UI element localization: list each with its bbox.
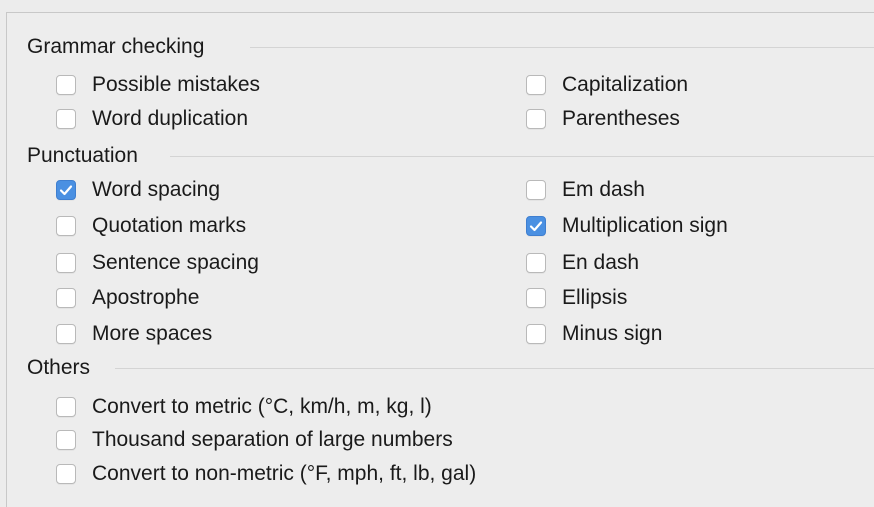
checkbox-unchecked-icon[interactable]: [526, 324, 546, 344]
option-label: Parentheses: [562, 107, 680, 130]
checkbox-unchecked-icon[interactable]: [56, 397, 76, 417]
option-word-spacing[interactable]: Word spacing: [56, 175, 220, 205]
checkbox-unchecked-icon[interactable]: [526, 109, 546, 129]
option-capitalization[interactable]: Capitalization: [526, 70, 688, 100]
section-title: Punctuation: [27, 144, 138, 167]
option-label: Word spacing: [92, 178, 221, 201]
checkbox-unchecked-icon[interactable]: [526, 180, 546, 200]
option-label: Word duplication: [92, 107, 249, 130]
option-label: Convert to metric (°C, km/h, m, kg, l): [92, 395, 432, 418]
option-possible-mistakes[interactable]: Possible mistakes: [56, 70, 260, 100]
option-label: En dash: [562, 251, 640, 274]
checkbox-unchecked-icon[interactable]: [56, 216, 76, 236]
option-convert-to-non-metric[interactable]: Convert to non-metric (°F, mph, ft, lb, …: [56, 459, 476, 489]
option-label: Possible mistakes: [92, 73, 261, 96]
option-thousand-separation[interactable]: Thousand separation of large numbers: [56, 425, 453, 455]
checkbox-unchecked-icon[interactable]: [526, 288, 546, 308]
section-divider: [250, 47, 874, 48]
checkbox-unchecked-icon[interactable]: [56, 253, 76, 273]
section-title: Grammar checking: [27, 35, 205, 58]
option-label: Apostrophe: [92, 286, 200, 309]
section-divider: [170, 156, 874, 157]
checkbox-checked-icon[interactable]: [56, 180, 76, 200]
option-label: Thousand separation of large numbers: [92, 428, 453, 451]
section-divider: [115, 368, 874, 369]
option-label: Multiplication sign: [562, 214, 728, 237]
option-label: Em dash: [562, 178, 645, 201]
checkbox-unchecked-icon[interactable]: [526, 75, 546, 95]
option-label: Minus sign: [562, 322, 663, 345]
option-label: Ellipsis: [562, 286, 628, 309]
section-header-grammar-checking: Grammar checking: [27, 34, 204, 60]
option-apostrophe[interactable]: Apostrophe: [56, 283, 199, 313]
option-parentheses[interactable]: Parentheses: [526, 104, 680, 134]
option-label: Capitalization: [562, 73, 689, 96]
checkbox-unchecked-icon[interactable]: [526, 253, 546, 273]
checkbox-unchecked-icon[interactable]: [56, 75, 76, 95]
option-en-dash[interactable]: En dash: [526, 248, 639, 278]
checkbox-checked-icon[interactable]: [526, 216, 546, 236]
option-more-spaces[interactable]: More spaces: [56, 319, 212, 349]
checkbox-unchecked-icon[interactable]: [56, 288, 76, 308]
checkbox-unchecked-icon[interactable]: [56, 430, 76, 450]
section-title: Others: [27, 356, 91, 379]
option-quotation-marks[interactable]: Quotation marks: [56, 211, 246, 241]
option-ellipsis[interactable]: Ellipsis: [526, 283, 627, 313]
option-label: Convert to non-metric (°F, mph, ft, lb, …: [92, 462, 477, 485]
section-header-punctuation: Punctuation: [27, 143, 138, 169]
checkbox-unchecked-icon[interactable]: [56, 109, 76, 129]
checkbox-unchecked-icon[interactable]: [56, 324, 76, 344]
option-sentence-spacing[interactable]: Sentence spacing: [56, 248, 259, 278]
option-em-dash[interactable]: Em dash: [526, 175, 645, 205]
option-multiplication-sign[interactable]: Multiplication sign: [526, 211, 728, 241]
option-minus-sign[interactable]: Minus sign: [526, 319, 662, 349]
option-label: More spaces: [92, 322, 213, 345]
section-header-others: Others: [27, 355, 90, 381]
option-convert-to-metric[interactable]: Convert to metric (°C, km/h, m, kg, l): [56, 392, 432, 422]
option-word-duplication[interactable]: Word duplication: [56, 104, 248, 134]
checkbox-unchecked-icon[interactable]: [56, 464, 76, 484]
option-label: Sentence spacing: [92, 251, 259, 274]
option-label: Quotation marks: [92, 214, 247, 237]
